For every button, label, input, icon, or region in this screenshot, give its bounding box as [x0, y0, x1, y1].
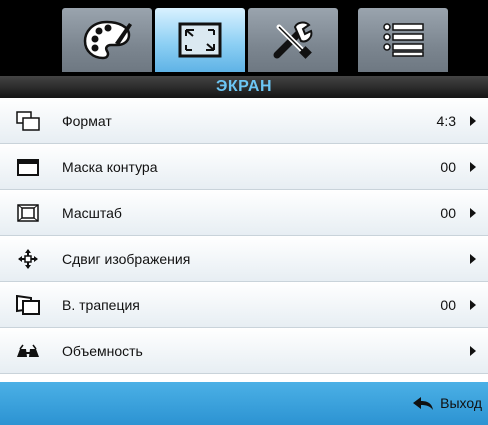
chevron-right-icon [470, 254, 476, 264]
row-format[interactable]: Формат 4:3 [0, 98, 488, 144]
chevron-right-icon [470, 346, 476, 356]
palette-icon [83, 20, 132, 60]
row-label: Сдвиг изображения [62, 251, 191, 267]
row-edge-mask[interactable]: Маска контура 00 [0, 144, 488, 190]
tab-display[interactable] [155, 8, 245, 72]
zoom-icon [17, 204, 39, 222]
row-label: Масштаб [62, 205, 122, 221]
chevron-right-icon [470, 208, 476, 218]
row-label: В. трапеция [62, 297, 140, 313]
tab-options[interactable] [358, 8, 448, 72]
settings-list: Формат 4:3 Маска контура 00 Масштаб 00 С… [0, 98, 488, 374]
format-icon [16, 111, 40, 131]
osd-menu: ЭКРАН Формат 4:3 Маска контура 00 Масшта… [0, 0, 488, 425]
row-keystone[interactable]: В. трапеция 00 [0, 282, 488, 328]
row-value: 4:3 [436, 113, 456, 129]
exit-button[interactable]: Выход [412, 382, 482, 425]
row-image-shift[interactable]: Сдвиг изображения [0, 236, 488, 282]
tab-bar [0, 0, 488, 76]
row-zoom[interactable]: Масштаб 00 [0, 190, 488, 236]
tab-settings[interactable] [248, 8, 338, 72]
keystone-icon [16, 295, 40, 315]
chevron-right-icon [470, 162, 476, 172]
screen-resize-icon [178, 22, 222, 58]
image-shift-icon [18, 249, 38, 269]
chevron-right-icon [470, 116, 476, 126]
row-value: 00 [440, 205, 456, 221]
footer-bar: Выход [0, 382, 488, 425]
tools-icon [273, 21, 313, 59]
chevron-right-icon [470, 300, 476, 310]
row-label: Объемность [62, 343, 143, 359]
list-menu-icon [383, 23, 424, 57]
row-label: Формат [62, 113, 112, 129]
row-value: 00 [440, 297, 456, 313]
return-arrow-icon [413, 396, 434, 410]
row-label: Маска контура [62, 159, 158, 175]
page-title: ЭКРАН [0, 76, 488, 98]
edge-mask-icon [17, 159, 39, 176]
3d-icon [17, 344, 39, 357]
exit-label: Выход [440, 395, 482, 411]
row-3d[interactable]: Объемность [0, 328, 488, 374]
row-value: 00 [440, 159, 456, 175]
tab-image[interactable] [62, 8, 152, 72]
